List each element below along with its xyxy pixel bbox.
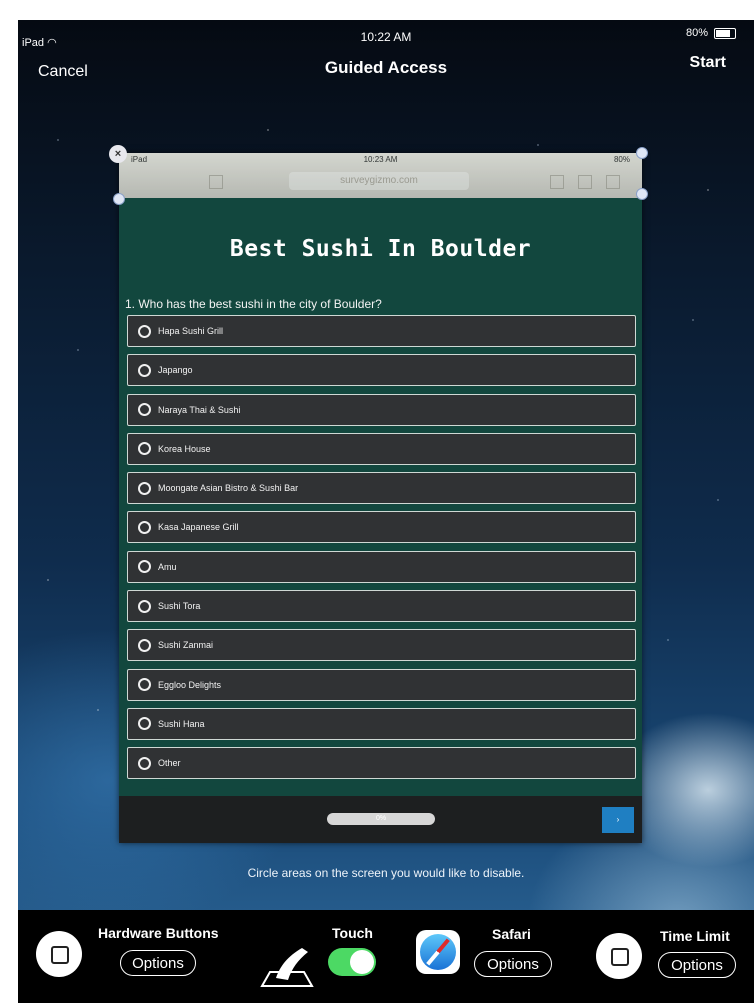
radio-icon bbox=[138, 481, 151, 495]
answer-option[interactable]: Moongate Asian Bistro & Sushi Bar bbox=[127, 472, 636, 505]
survey-question: 1. Who has the best sushi in the city of… bbox=[125, 297, 382, 311]
survey-title: Best Sushi In Boulder bbox=[229, 236, 532, 262]
option-label: Naraya Thai & Sushi bbox=[158, 404, 241, 415]
radio-icon bbox=[138, 717, 151, 731]
preview-status-bar: iPad 10:23 AM 80% bbox=[131, 155, 630, 165]
resize-handle[interactable] bbox=[113, 193, 125, 205]
option-label: Japango bbox=[158, 365, 193, 376]
option-label: Amu bbox=[158, 561, 177, 572]
status-bar: iPad ◠ 10:22 AM 80% bbox=[18, 20, 754, 50]
battery-icon bbox=[714, 27, 736, 39]
radio-icon bbox=[138, 756, 151, 770]
touch-hand-icon bbox=[260, 948, 314, 987]
preview-time: 10:23 AM bbox=[363, 155, 398, 164]
radio-icon bbox=[138, 324, 151, 338]
toggle-knob bbox=[350, 950, 374, 974]
instruction-text: Circle areas on the screen you would lik… bbox=[247, 866, 525, 880]
radio-icon bbox=[138, 363, 151, 377]
start-button[interactable]: Start bbox=[690, 54, 726, 72]
guided-access-nav: Cancel Guided Access Start bbox=[18, 50, 754, 90]
radio-icon bbox=[138, 599, 151, 613]
touch-toggle[interactable] bbox=[328, 948, 376, 976]
radio-icon bbox=[138, 638, 151, 652]
radio-icon bbox=[138, 442, 151, 456]
answer-option[interactable]: Korea House bbox=[127, 432, 636, 465]
preview-battery: 80% bbox=[613, 155, 630, 164]
clock: 10:22 AM bbox=[360, 30, 412, 44]
hardware-options-button[interactable]: Options bbox=[120, 950, 196, 976]
next-button[interactable]: › bbox=[602, 807, 634, 833]
radio-icon bbox=[138, 520, 151, 534]
answer-option[interactable]: Eggloo Delights bbox=[127, 668, 636, 701]
hardware-buttons-label: Hardware Buttons bbox=[98, 925, 219, 941]
preview-device: iPad bbox=[131, 155, 148, 164]
safari-label: Safari bbox=[492, 926, 531, 942]
answer-option[interactable]: Hapa Sushi Grill bbox=[127, 315, 636, 347]
answer-option[interactable]: Japango bbox=[127, 354, 636, 387]
answer-options: Hapa Sushi Grill Japango Naraya Thai & S… bbox=[127, 315, 636, 787]
resize-handle[interactable] bbox=[636, 188, 648, 200]
option-label: Hapa Sushi Grill bbox=[158, 326, 224, 336]
safari-app-icon bbox=[416, 930, 460, 974]
share-icon bbox=[550, 175, 564, 189]
radio-icon bbox=[138, 678, 151, 692]
remove-area-icon[interactable]: × bbox=[109, 145, 127, 163]
answer-option[interactable]: Sushi Zanmai bbox=[127, 629, 636, 662]
address-bar: surveygizmo.com bbox=[289, 172, 469, 190]
guided-access-controls: Hardware Buttons Options Touch Safari Op… bbox=[18, 910, 754, 1003]
option-label: Kasa Japanese Grill bbox=[158, 522, 239, 533]
option-label: Other bbox=[158, 758, 181, 769]
browser-nav-icons bbox=[209, 175, 223, 189]
option-label: Eggloo Delights bbox=[158, 679, 222, 690]
battery-status: 80% bbox=[686, 27, 736, 39]
app-preview[interactable]: iPad 10:23 AM 80% surveygizmo.com × Best… bbox=[109, 145, 648, 843]
browser-tool-icons bbox=[550, 175, 620, 189]
answer-option[interactable]: Naraya Thai & Sushi bbox=[127, 393, 636, 426]
page-title: Guided Access bbox=[324, 58, 448, 77]
option-label: Sushi Hana bbox=[158, 718, 205, 729]
option-label: Moongate Asian Bistro & Sushi Bar bbox=[158, 483, 299, 494]
survey-footer: 0% › bbox=[119, 796, 642, 843]
touch-label: Touch bbox=[332, 925, 373, 941]
answer-option[interactable]: Sushi Tora bbox=[127, 590, 636, 623]
disabled-area-overlay[interactable]: iPad 10:23 AM 80% surveygizmo.com bbox=[119, 153, 642, 198]
answer-option[interactable]: Amu bbox=[127, 550, 636, 583]
battery-percent: 80% bbox=[685, 27, 708, 39]
progress-bar: 0% bbox=[327, 813, 435, 825]
time-limit-label: Time Limit bbox=[660, 928, 730, 944]
safari-options-button[interactable]: Options bbox=[474, 951, 552, 977]
time-limit-icon[interactable] bbox=[596, 933, 642, 979]
radio-icon bbox=[138, 403, 151, 417]
answer-option[interactable]: Sushi Hana bbox=[127, 707, 636, 740]
hardware-buttons-icon[interactable] bbox=[36, 931, 82, 977]
option-label: Sushi Zanmai bbox=[158, 640, 214, 651]
back-icon bbox=[209, 175, 223, 189]
tabs-icon bbox=[606, 175, 620, 189]
answer-option[interactable]: Other bbox=[127, 747, 636, 780]
option-label: Korea House bbox=[158, 443, 211, 454]
square-icon bbox=[51, 946, 69, 964]
answer-option[interactable]: Kasa Japanese Grill bbox=[127, 511, 636, 544]
option-label: Sushi Tora bbox=[158, 601, 201, 612]
square-icon bbox=[611, 948, 629, 966]
radio-icon bbox=[138, 560, 151, 574]
resize-handle[interactable] bbox=[636, 147, 648, 159]
time-limit-options-button[interactable]: Options bbox=[658, 952, 736, 978]
bookmarks-icon bbox=[578, 175, 592, 189]
ipad-screen: iPad ◠ 10:22 AM 80% Cancel Guided Access… bbox=[18, 20, 754, 1003]
